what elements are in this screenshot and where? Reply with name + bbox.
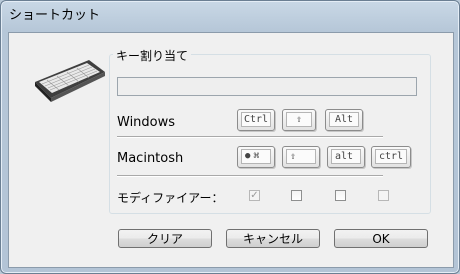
macintosh-label: Macintosh [117, 151, 184, 166]
win-shift-key[interactable]: ⇧ [282, 109, 316, 131]
shift-icon: ⇧ [286, 148, 316, 164]
cancel-button[interactable]: キャンセル [226, 229, 320, 248]
windows-label: Windows [117, 115, 176, 130]
mac-command-key[interactable]: ● ⌘ [237, 146, 275, 168]
command-icon: ⌘ [253, 150, 260, 162]
clear-button[interactable]: クリア [118, 229, 212, 248]
keyboard-icon [35, 60, 105, 102]
modifier-alt-checkbox[interactable] [335, 190, 346, 201]
check-icon: ✓ [250, 190, 259, 201]
mac-shift-key[interactable]: ⇧ [282, 146, 320, 168]
win-alt-key[interactable]: Alt [325, 109, 363, 131]
dialog-body: キー割り当て Windows Ctrl ⇧ Alt Macintosh ● ⌘ … [8, 32, 454, 268]
modifier-shift-checkbox[interactable] [291, 190, 302, 201]
modifier-label: モディファイアー： [117, 191, 224, 205]
ok-button[interactable]: OK [334, 229, 428, 248]
apple-icon: ● [245, 151, 251, 161]
modifier-ctrl-checkbox[interactable]: ✓ [249, 190, 260, 201]
mac-option-key[interactable]: alt [327, 146, 365, 168]
shift-icon: ⇧ [286, 111, 312, 127]
mac-control-key[interactable]: ctrl [371, 146, 411, 168]
win-ctrl-key[interactable]: Ctrl [237, 109, 275, 131]
shortcut-dialog: ショートカット キー割り当て Windows Ctrl ⇧ Alt Macint… [0, 0, 460, 274]
group-label: キー割り当て [113, 47, 192, 64]
window-title: ショートカット [9, 8, 101, 23]
separator [117, 136, 383, 138]
shortcut-key-field[interactable] [117, 77, 417, 96]
separator [117, 175, 383, 177]
modifier-ctrl-mac-checkbox[interactable] [378, 190, 389, 201]
